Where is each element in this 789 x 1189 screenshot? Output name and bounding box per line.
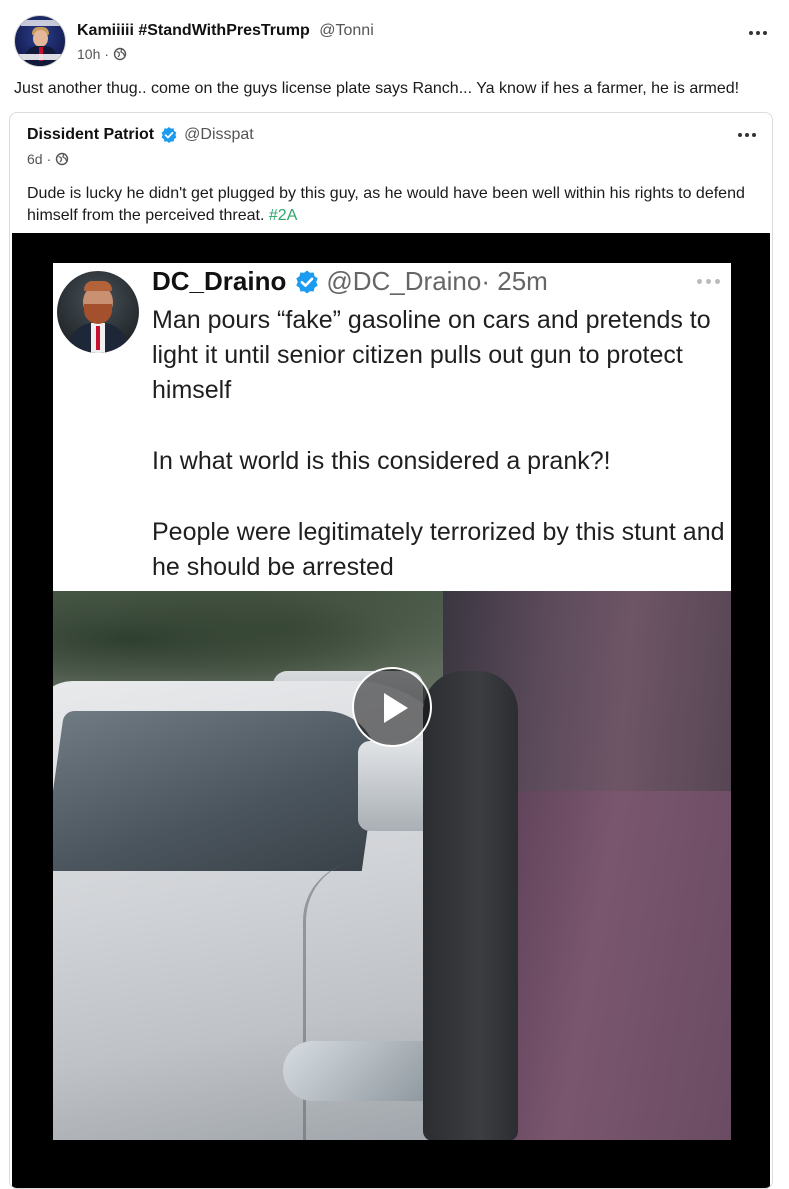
play-icon[interactable] bbox=[352, 667, 432, 747]
hashtag-link[interactable]: #2A bbox=[269, 207, 297, 224]
quoted-author-name[interactable]: Dissident Patriot bbox=[27, 126, 154, 144]
embedded-tweet-time: · 25m bbox=[481, 266, 548, 296]
verified-badge-icon bbox=[294, 269, 320, 295]
social-post: Kamiiiii #StandWithPresTrump @Tonni 10h … bbox=[0, 0, 789, 1189]
embedded-tweet-avatar bbox=[57, 271, 139, 353]
embedded-tweet-paragraph: Man pours “fake” gasoline on cars and pr… bbox=[152, 306, 711, 404]
quoted-post-text: Dude is lucky he didn't get plugged by t… bbox=[27, 183, 762, 227]
quoted-author-handle[interactable]: @Disspat bbox=[184, 126, 254, 144]
quoted-author-line: Dissident Patriot @Disspat bbox=[27, 126, 254, 144]
embedded-tweet-handle: @DC_Draino bbox=[326, 266, 482, 296]
embedded-tweet-paragraph: In what world is this considered a prank… bbox=[152, 447, 611, 475]
embedded-tweet-author-name: DC_Draino bbox=[152, 266, 287, 296]
quoted-post-body: Dude is lucky he didn't get plugged by t… bbox=[27, 185, 745, 224]
ellipsis-icon[interactable] bbox=[736, 131, 758, 139]
globe-icon bbox=[55, 152, 69, 166]
post-text: Just another thug.. come on the guys lic… bbox=[14, 80, 740, 97]
quoted-post-card[interactable]: Dissident Patriot @Disspat 6d · Dude is … bbox=[9, 112, 773, 1189]
embedded-tweet-screenshot: DC_Draino @DC_Draino · 25m Man pours “fa… bbox=[53, 263, 731, 591]
quoted-post-meta: 6d · bbox=[27, 151, 69, 167]
video-frame: DC_Draino @DC_Draino · 25m Man pours “fa… bbox=[53, 263, 731, 1140]
meta-separator: · bbox=[104, 46, 110, 62]
embedded-tweet-paragraph: People were legitimately terrorized by t… bbox=[152, 518, 725, 581]
verified-badge-icon bbox=[160, 126, 178, 144]
post-timestamp[interactable]: 10h bbox=[77, 46, 100, 62]
meta-separator: · bbox=[46, 151, 52, 167]
author-name[interactable]: Kamiiiii #StandWithPresTrump bbox=[77, 22, 310, 39]
video-player[interactable]: DC_Draino @DC_Draino · 25m Man pours “fa… bbox=[12, 233, 770, 1188]
ellipsis-icon bbox=[697, 279, 723, 285]
post-meta: 10h · bbox=[77, 46, 127, 62]
globe-icon bbox=[113, 47, 127, 61]
quoted-post-timestamp[interactable]: 6d bbox=[27, 151, 43, 167]
author-handle[interactable]: @Tonni bbox=[319, 22, 374, 39]
author-avatar[interactable] bbox=[14, 15, 66, 67]
embedded-tweet-author-line: DC_Draino @DC_Draino · 25m bbox=[152, 266, 548, 297]
ellipsis-icon[interactable] bbox=[747, 29, 769, 37]
author-line: Kamiiiii #StandWithPresTrump @Tonni bbox=[77, 22, 374, 40]
embedded-tweet-body: Man pours “fake” gasoline on cars and pr… bbox=[152, 303, 727, 585]
